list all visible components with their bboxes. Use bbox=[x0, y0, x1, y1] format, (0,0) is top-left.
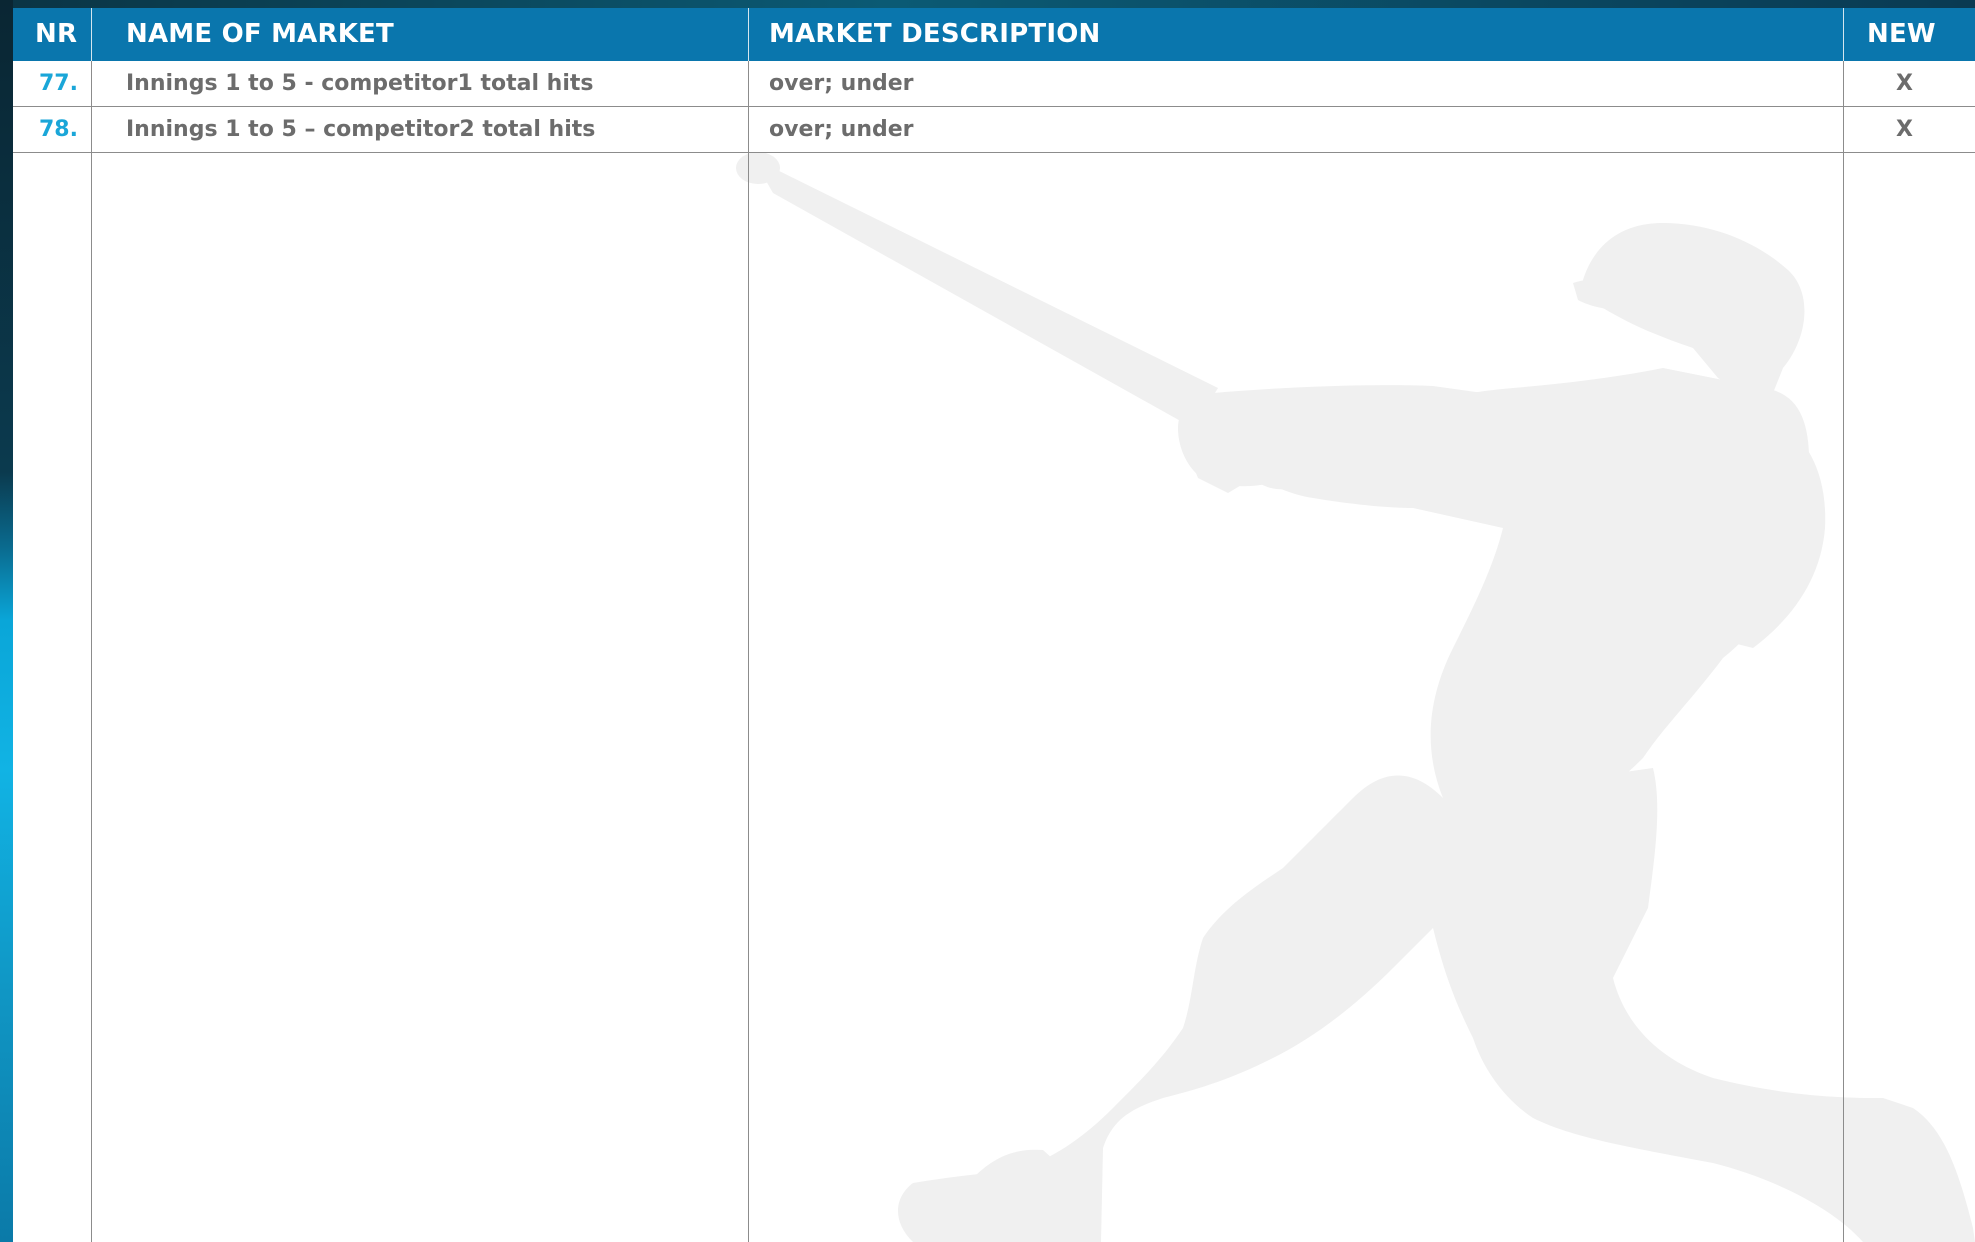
table-row: 78. Innings 1 to 5 – competitor2 total h… bbox=[13, 107, 1975, 153]
column-header-nr: NR bbox=[35, 19, 78, 49]
column-divider bbox=[91, 61, 92, 1242]
left-accent-strip bbox=[0, 0, 13, 1242]
column-divider bbox=[1843, 61, 1844, 1242]
column-header-name: NAME OF MARKET bbox=[126, 19, 394, 49]
page: NR NAME OF MARKET MARKET DESCRIPTION NEW… bbox=[0, 0, 1975, 1242]
top-accent-strip bbox=[0, 0, 1975, 8]
table-row: 77. Innings 1 to 5 - competitor1 total h… bbox=[13, 61, 1975, 107]
baseball-batter-silhouette-icon bbox=[736, 152, 1975, 1242]
header-divider bbox=[91, 8, 92, 61]
column-divider bbox=[748, 61, 749, 1242]
new-marker: X bbox=[1896, 117, 1913, 142]
row-number: 78. bbox=[39, 117, 78, 142]
header-divider bbox=[748, 8, 749, 61]
table-header: NR NAME OF MARKET MARKET DESCRIPTION NEW bbox=[13, 8, 1975, 61]
header-divider bbox=[1843, 8, 1844, 61]
market-name: Innings 1 to 5 - competitor1 total hits bbox=[126, 71, 594, 96]
row-number: 77. bbox=[39, 71, 78, 96]
column-header-new: NEW bbox=[1867, 19, 1936, 49]
column-header-description: MARKET DESCRIPTION bbox=[769, 19, 1101, 49]
market-description: over; under bbox=[769, 117, 914, 142]
markets-table: NR NAME OF MARKET MARKET DESCRIPTION NEW… bbox=[13, 8, 1975, 1242]
market-description: over; under bbox=[769, 71, 914, 96]
new-marker: X bbox=[1896, 71, 1913, 96]
market-name: Innings 1 to 5 – competitor2 total hits bbox=[126, 117, 596, 142]
